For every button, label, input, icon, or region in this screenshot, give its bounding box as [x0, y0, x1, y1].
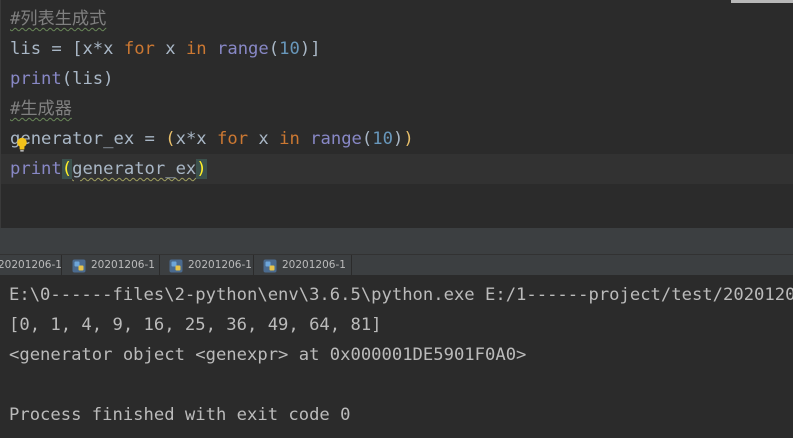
run-tab-3[interactable]: 20201206-1 — [162, 255, 254, 276]
run-tab-label: 20201206-1 — [0, 259, 62, 271]
code-keyword: for — [123, 39, 155, 59]
code-keyword: in — [185, 39, 207, 59]
code-paren-matched: ( — [61, 159, 73, 179]
code-line-3[interactable]: print(lis) — [1, 64, 793, 94]
python-file-icon — [72, 259, 86, 272]
python-file-icon — [263, 259, 277, 272]
code-expression: x*x — [175, 129, 217, 149]
code-number: 10 — [372, 129, 393, 149]
run-tab-4[interactable]: 20201206-1 — [256, 255, 352, 276]
code-paren: ( — [165, 129, 176, 149]
console-line-exit-status: Process finished with exit code 0 — [9, 405, 351, 425]
console-line-command: E:\0------files\2-python\env\3.6.5\pytho… — [9, 285, 793, 305]
editor-empty-area — [0, 228, 793, 254]
code-paren-matched: ) — [196, 159, 207, 179]
code-line-1[interactable]: #列表生成式 — [1, 4, 793, 34]
code-paren: ( — [361, 129, 373, 149]
code-number: 10 — [279, 39, 300, 59]
code-argument: generator_ex — [72, 159, 197, 179]
code-builtin: print — [10, 159, 62, 179]
lightbulb-icon[interactable] — [16, 137, 28, 152]
run-tab-label: 20201206-1 — [282, 259, 346, 271]
code-paren: ) — [403, 129, 414, 149]
code-operator: = — [41, 39, 73, 59]
code-operator: = — [134, 129, 166, 149]
console-line-generator-output: <generator object <genexpr> at 0x000001D… — [9, 345, 527, 365]
code-variable: enerator_ex — [20, 129, 135, 149]
code-builtin: print — [10, 69, 62, 89]
python-file-icon — [169, 259, 183, 272]
code-variable: lis — [10, 39, 42, 59]
run-tabs-bar: 20201206-1 20201206-1 20201206-1 2020120… — [0, 254, 793, 276]
code-bracket: ] — [310, 39, 321, 59]
code-text: x — [248, 129, 280, 149]
editor-tab-indicator — [731, 0, 793, 3]
code-builtin: range — [217, 39, 269, 59]
code-paren: ) — [392, 129, 404, 149]
code-line-6[interactable]: print(generator_ex) — [1, 154, 793, 184]
code-builtin: range — [310, 129, 362, 149]
code-comment: #生成器 — [10, 99, 72, 119]
code-keyword: in — [279, 129, 300, 149]
code-paren: ( — [268, 39, 280, 59]
code-bracket: [ — [72, 39, 83, 59]
console-line-list-output: [0, 1, 4, 9, 16, 25, 36, 49, 64, 81] — [9, 315, 382, 335]
code-editor[interactable]: #列表生成式 lis = [x*x for x in range(10)] pr… — [0, 0, 793, 228]
run-tab-label: 20201206-1 — [188, 259, 252, 271]
code-keyword: for — [217, 129, 249, 149]
run-tab-1[interactable]: 20201206-1 — [0, 255, 62, 276]
code-line-2[interactable]: lis = [x*x for x in range(10)] — [1, 34, 793, 64]
code-line-4[interactable]: #生成器 — [1, 94, 793, 124]
code-args: (lis) — [61, 69, 114, 89]
code-text: x — [154, 39, 186, 59]
code-paren: ) — [299, 39, 311, 59]
run-tab-2[interactable]: 20201206-1 — [65, 255, 160, 276]
code-comment: #列表生成式 — [10, 9, 107, 29]
run-tab-label: 20201206-1 — [91, 259, 155, 271]
run-console[interactable]: E:\0------files\2-python\env\3.6.5\pytho… — [0, 277, 793, 438]
code-expression: x*x — [82, 39, 124, 59]
code-line-5[interactable]: generator_ex = (x*x for x in range(10)) — [1, 124, 793, 154]
